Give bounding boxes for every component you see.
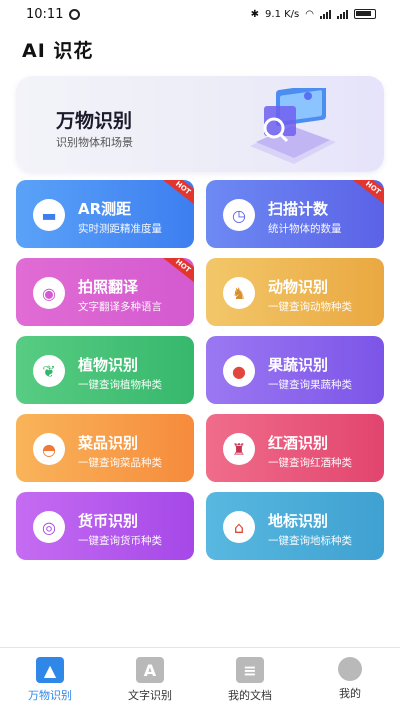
feature-card-2[interactable]: ◉ 拍照翻译文字翻译多种语言 HOT <box>16 258 194 326</box>
tab-0[interactable]: ▲ 万物识别 <box>0 648 100 711</box>
signal-icon <box>320 9 331 19</box>
banner-title: 万物识别 <box>56 110 133 132</box>
dog-icon: ♞ <box>223 277 255 309</box>
ruler-icon: ▬ <box>33 199 65 231</box>
clock: 10:11 <box>26 6 64 22</box>
feature-card-8[interactable]: ◎ 货币识别一键查询货币种类 <box>16 492 194 560</box>
feature-subtitle: 统计物体的数量 <box>268 223 342 235</box>
apple-icon: ● <box>223 355 255 387</box>
feature-title: 货币识别 <box>78 512 139 530</box>
tab-3[interactable]: ● 我的 <box>300 648 400 711</box>
tab-1[interactable]: A 文字识别 <box>100 648 200 711</box>
feature-title: 动物识别 <box>268 278 329 296</box>
dish-icon: ◓ <box>33 433 65 465</box>
hot-badge: HOT <box>159 258 194 287</box>
feature-card-0[interactable]: ▬ AR测距实时测距精准度量 HOT <box>16 180 194 248</box>
feature-subtitle: 实时测距精准度量 <box>78 223 162 235</box>
feature-title: 植物识别 <box>78 356 139 374</box>
tab-label: 我的文档 <box>228 689 272 702</box>
feature-title: 红酒识别 <box>268 434 329 452</box>
feature-card-7[interactable]: ♜ 红酒识别一键查询红酒种类 <box>206 414 384 482</box>
feature-title: 菜品识别 <box>78 434 139 452</box>
scan-illustration-icon <box>250 88 336 164</box>
feature-card-5[interactable]: ● 果蔬识别一键查询果蔬种类 <box>206 336 384 404</box>
feature-subtitle: 一键查询植物种类 <box>78 379 162 391</box>
feature-title: 拍照翻译 <box>78 278 139 296</box>
feature-subtitle: 一键查询地标种类 <box>268 535 352 547</box>
image-icon: ▲ <box>36 657 64 683</box>
banner-subtitle: 识别物体和场景 <box>56 136 133 149</box>
feature-title: 地标识别 <box>268 512 329 530</box>
feature-card-1[interactable]: ◷ 扫描计数统计物体的数量 HOT <box>206 180 384 248</box>
feature-subtitle: 一键查询菜品种类 <box>78 457 162 469</box>
timer-icon: ◷ <box>223 199 255 231</box>
feature-title: 扫描计数 <box>268 200 329 218</box>
feature-subtitle: 文字翻译多种语言 <box>78 301 162 313</box>
feature-subtitle: 一键查询动物种类 <box>268 301 352 313</box>
hot-badge: HOT <box>349 180 384 209</box>
alarm-icon <box>69 8 81 20</box>
banner-object-recognition[interactable]: 万物识别 识别物体和场景 <box>16 76 384 172</box>
net-speed: 9.1 K/s <box>265 8 300 20</box>
sprout-icon: ❦ <box>33 355 65 387</box>
user-icon: ● <box>338 657 362 681</box>
feature-subtitle: 一键查询红酒种类 <box>268 457 352 469</box>
wifi-icon: ◠ <box>305 8 314 20</box>
feature-subtitle: 一键查询货币种类 <box>78 535 162 547</box>
signal-icon-2 <box>337 9 348 19</box>
camera-icon: ◉ <box>33 277 65 309</box>
feature-title: 果蔬识别 <box>268 356 329 374</box>
bluetooth-icon: ✱ <box>250 8 260 20</box>
status-bar: 10:11 ✱ 9.1 K/s ◠ <box>0 0 400 28</box>
wine-icon: ♜ <box>223 433 255 465</box>
feature-title: AR测距 <box>78 200 132 218</box>
tab-label: 我的 <box>339 687 361 700</box>
document-icon: ≡ <box>236 657 264 683</box>
tab-2[interactable]: ≡ 我的文档 <box>200 648 300 711</box>
bottom-tab-bar: ▲ 万物识别 A 文字识别 ≡ 我的文档 ● 我的 <box>0 647 400 711</box>
page-title: AI 识花 <box>22 40 94 62</box>
text-a-icon: A <box>136 657 164 683</box>
tab-label: 文字识别 <box>128 689 172 702</box>
feature-subtitle: 一键查询果蔬种类 <box>268 379 352 391</box>
temple-icon: ⌂ <box>223 511 255 543</box>
feature-card-6[interactable]: ◓ 菜品识别一键查询菜品种类 <box>16 414 194 482</box>
feature-card-3[interactable]: ♞ 动物识别一键查询动物种类 <box>206 258 384 326</box>
battery-icon <box>354 9 376 19</box>
feature-card-4[interactable]: ❦ 植物识别一键查询植物种类 <box>16 336 194 404</box>
tab-label: 万物识别 <box>28 689 72 702</box>
coins-icon: ◎ <box>33 511 65 543</box>
hot-badge: HOT <box>159 180 194 209</box>
feature-card-9[interactable]: ⌂ 地标识别一键查询地标种类 <box>206 492 384 560</box>
